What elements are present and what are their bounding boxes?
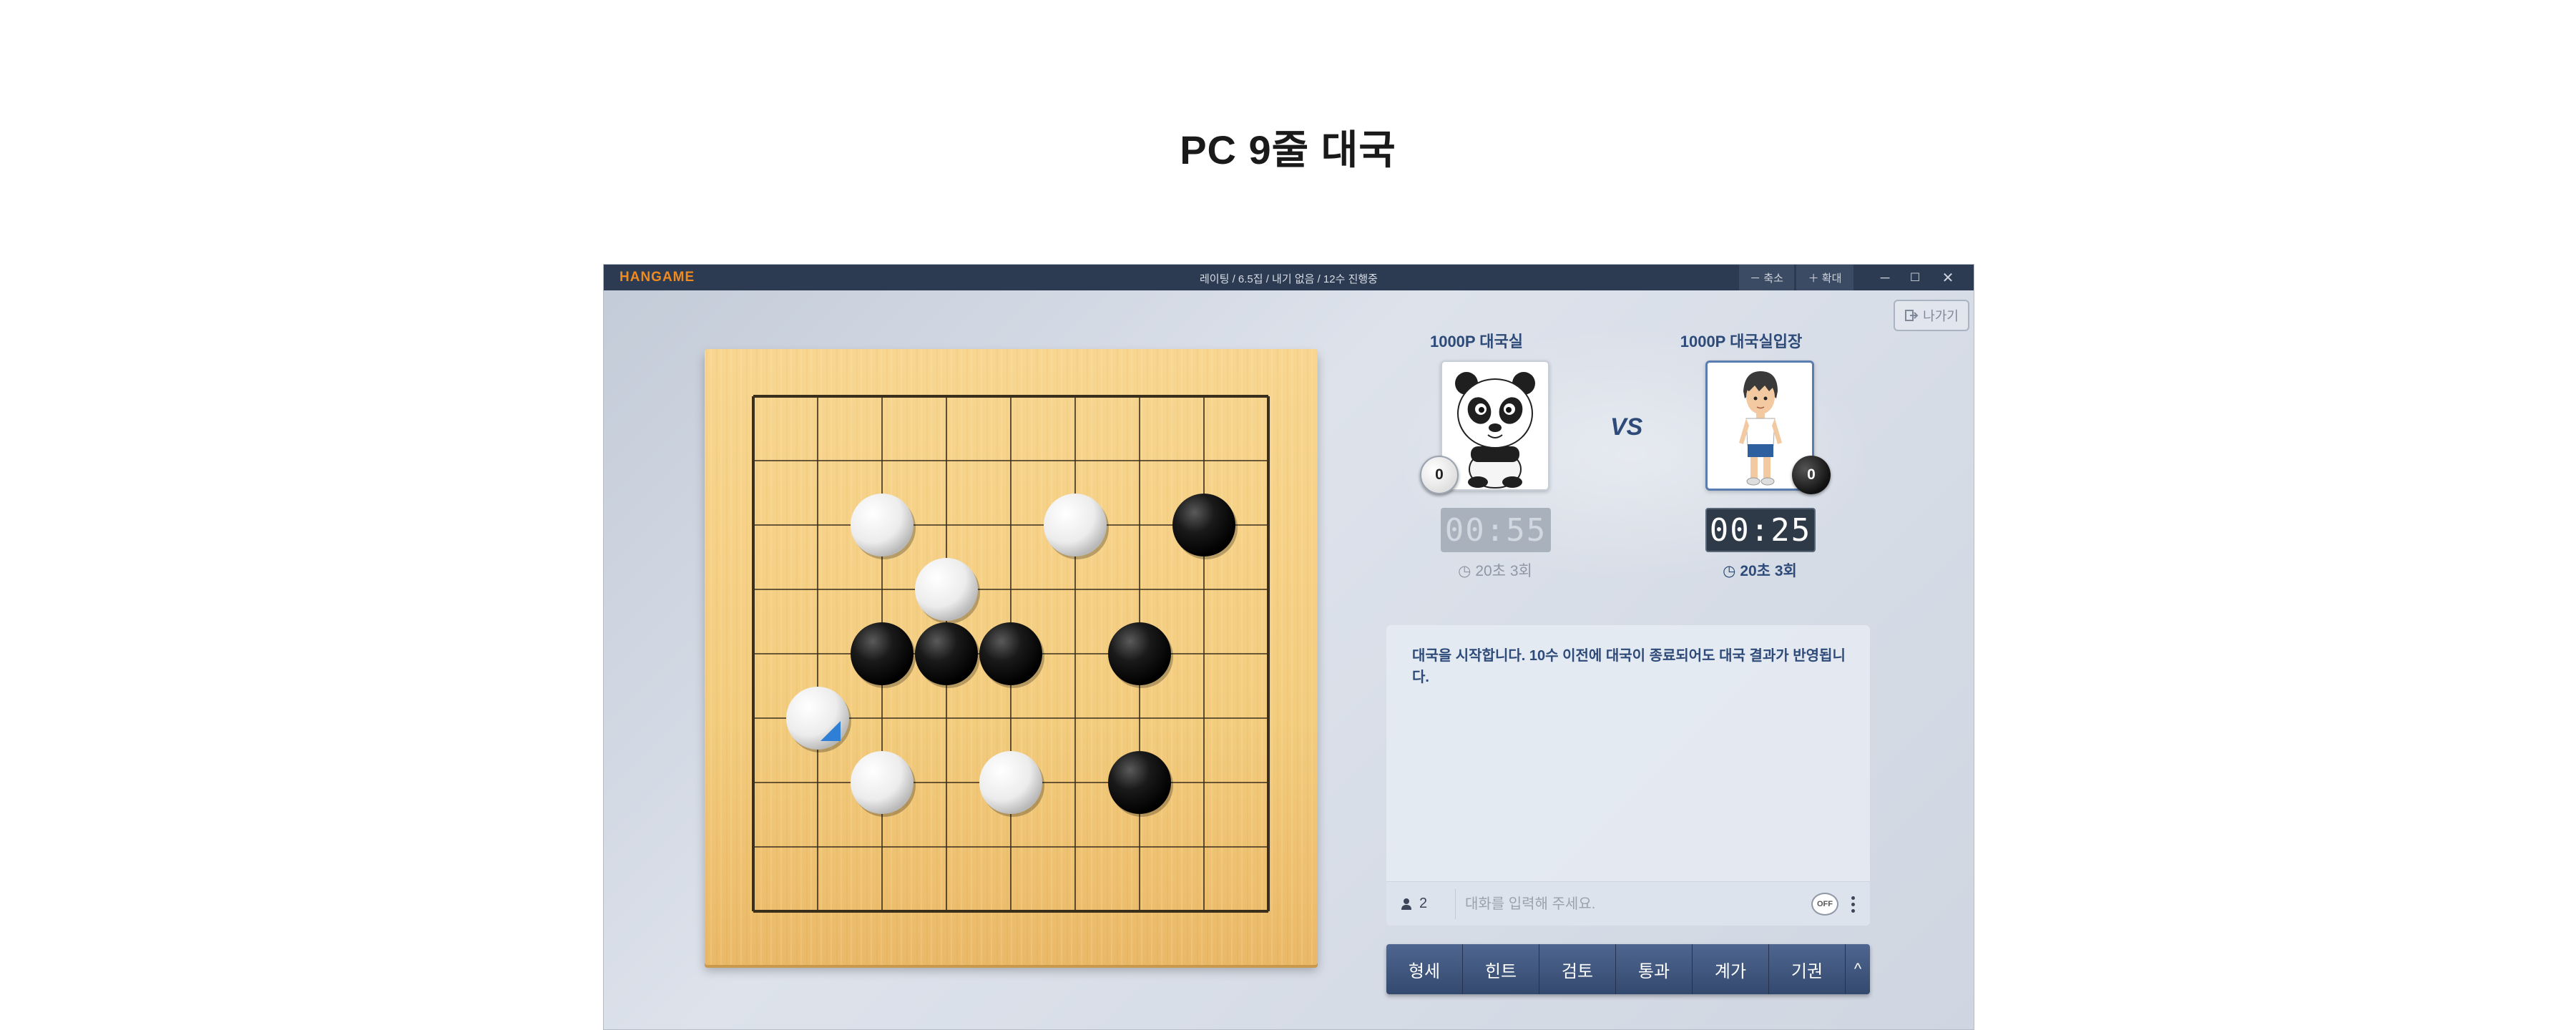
close-icon[interactable]: ✕: [1930, 265, 1966, 290]
user-count-value: 2: [1419, 896, 1428, 911]
chat-panel: 대국을 시작합니다. 10수 이전에 대국이 종료되어도 대국 결과가 반영됩니…: [1386, 625, 1870, 926]
black-stone: [1108, 622, 1171, 685]
user-icon: [1401, 898, 1411, 910]
white-stone: [915, 558, 978, 621]
chat-divider: [1455, 889, 1456, 919]
hint-button[interactable]: 힌트: [1463, 944, 1539, 994]
game-window: HANGAME 레이팅 / 6.5집 / 내기 없음 / 12수 진행중 － 축…: [603, 264, 1974, 1030]
white-stone: [1044, 494, 1107, 556]
black-stone: [915, 622, 978, 685]
page-title: PC 9줄 대국: [1180, 127, 1396, 172]
count-button[interactable]: 계가: [1693, 944, 1769, 994]
review-button[interactable]: 검토: [1539, 944, 1616, 994]
player2-timer: 00:25: [1705, 508, 1816, 552]
chevron-up-icon[interactable]: ^: [1846, 944, 1870, 994]
black-stone: [1172, 494, 1235, 556]
board-grid[interactable]: [705, 349, 1318, 965]
clock-icon: ◷: [1458, 563, 1476, 579]
black-stone: [851, 622, 914, 685]
black-stone: [1108, 751, 1171, 814]
player1-time-rule: ◷ 20초 3회: [1416, 559, 1574, 581]
vs-label: VS: [1610, 413, 1643, 441]
exit-icon: [1905, 310, 1919, 321]
maximize-icon[interactable]: ☐: [1900, 265, 1930, 290]
chat-input[interactable]: [1465, 889, 1801, 919]
white-stone: [979, 751, 1042, 814]
chat-more-icon[interactable]: [1844, 891, 1861, 918]
expand-button[interactable]: ＋ 확대: [1796, 265, 1853, 290]
player1-name: 1000P 대국실: [1429, 333, 1524, 350]
player2-time-rule-text: 20초 3회: [1740, 563, 1797, 579]
system-message: 대국을 시작합니다. 10수 이전에 대국이 종료되어도 대국 결과가 반영됩니…: [1412, 648, 1846, 685]
player2-name: 1000P 대국실입장: [1680, 333, 1803, 350]
action-bar: 형세 힌트 검토 통과 계가 기권 ^: [1386, 944, 1870, 994]
player2-time-rule: ◷ 20초 3회: [1681, 559, 1838, 581]
exit-label: 나가기: [1923, 309, 1959, 323]
chat-off-toggle[interactable]: OFF: [1811, 893, 1838, 916]
exit-button[interactable]: 나가기: [1894, 300, 1969, 331]
resign-button[interactable]: 기권: [1769, 944, 1846, 994]
minimize-icon[interactable]: ─: [1870, 265, 1900, 290]
player1-time-rule-text: 20초 3회: [1475, 563, 1532, 579]
position-button[interactable]: 형세: [1386, 944, 1463, 994]
black-stone: [979, 622, 1042, 685]
title-bar: HANGAME 레이팅 / 6.5집 / 내기 없음 / 12수 진행중 － 축…: [604, 265, 1974, 290]
white-stone: [851, 751, 914, 814]
go-board[interactable]: [705, 349, 1318, 965]
chat-input-bar: 2 OFF: [1386, 881, 1870, 926]
player1-capture-count: 0: [1420, 456, 1459, 494]
white-stone: [851, 494, 914, 556]
pass-button[interactable]: 통과: [1616, 944, 1693, 994]
shrink-button[interactable]: － 축소: [1739, 265, 1795, 290]
player2-capture-count: 0: [1792, 456, 1831, 494]
clock-icon: ◷: [1723, 563, 1740, 579]
player1-timer: 00:55: [1441, 508, 1551, 552]
user-count[interactable]: 2: [1401, 896, 1427, 912]
